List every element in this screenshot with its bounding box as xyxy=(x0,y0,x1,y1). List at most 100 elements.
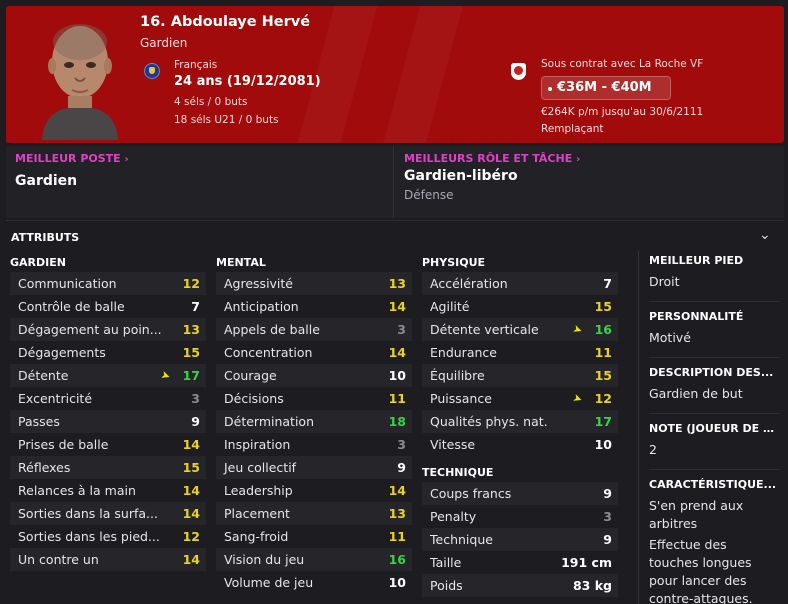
attribute-row[interactable]: Détente ➤ 17 xyxy=(10,364,206,387)
best-role-duty: Défense xyxy=(404,188,454,202)
attribute-label: Sorties dans les pied... xyxy=(18,529,160,544)
attribute-row[interactable]: Poids 83 kg xyxy=(422,574,618,597)
attribute-label: Qualités phys. nat. xyxy=(430,414,548,429)
description-block: DESCRIPTION DES... Gardien de but xyxy=(649,366,780,414)
attribute-label: Anticipation xyxy=(224,299,299,314)
attribute-row[interactable]: Passes 9 xyxy=(10,410,206,433)
attribute-value: 11 xyxy=(388,391,406,406)
attribute-value: 14 xyxy=(182,483,200,498)
attribute-row[interactable]: Taille 191 cm xyxy=(422,551,618,574)
attribute-value: 11 xyxy=(594,345,612,360)
attribute-value: 15 xyxy=(594,299,612,314)
attribute-row[interactable]: Jeu collectif 9 xyxy=(216,456,412,479)
attribute-label: Inspiration xyxy=(224,437,291,452)
attribute-row[interactable]: Penalty 3 xyxy=(422,505,618,528)
player-age: 24 ans (19/12/2081) xyxy=(174,74,321,89)
chevron-down-icon[interactable]: ⌄ xyxy=(759,227,771,243)
rating-value: 2 xyxy=(649,442,657,457)
attribute-row[interactable]: Vision du jeu 16 xyxy=(216,548,412,571)
attribute-row[interactable]: Inspiration 3 xyxy=(216,433,412,456)
attribute-label: Agressivité xyxy=(224,276,294,291)
attribute-row[interactable]: Excentricité 3 xyxy=(10,387,206,410)
attribute-row[interactable]: Qualités phys. nat. 17 xyxy=(422,410,618,433)
attribute-row[interactable]: Leadership 14 xyxy=(216,479,412,502)
technical-column: TECHNIQUE Coups francs 9 Penalty 3 Technique… xyxy=(422,461,618,597)
player-avatar xyxy=(42,24,118,140)
attribute-label: Prises de balle xyxy=(18,437,109,452)
squad-status: Remplaçant xyxy=(541,123,604,135)
attribute-row[interactable]: Un contre un 14 xyxy=(10,548,206,571)
goalkeeping-heading: GARDIEN xyxy=(10,256,66,269)
attribute-value: 13 xyxy=(182,322,200,337)
attribute-row[interactable]: Endurance 11 xyxy=(422,341,618,364)
attribute-row[interactable]: Technique 9 xyxy=(422,528,618,551)
attribute-row[interactable]: Prises de balle 14 xyxy=(10,433,206,456)
attribute-value: 3 xyxy=(397,322,406,337)
attribute-label: Détente xyxy=(18,368,69,383)
attribute-value: 7 xyxy=(191,299,200,314)
transfer-value: €36M - €40M xyxy=(541,76,671,100)
attribute-value: 9 xyxy=(603,532,612,547)
best-position-link[interactable]: MEILLEUR POSTE › xyxy=(15,152,129,165)
attribute-label: Appels de balle xyxy=(224,322,320,337)
attribute-row[interactable]: Sorties dans les pied... 12 xyxy=(10,525,206,548)
attribute-label: Excentricité xyxy=(18,391,93,406)
technical-heading: TECHNIQUE xyxy=(422,466,494,479)
mental-column: MENTAL Agressivité 13 Anticipation 14 Appels… xyxy=(216,251,412,594)
best-position-panel: MEILLEUR POSTE › Gardien xyxy=(6,146,394,218)
description-heading: DESCRIPTION DES... xyxy=(649,366,774,379)
attribute-row[interactable]: Courage 10 xyxy=(216,364,412,387)
attribute-row[interactable]: Sang-froid 11 xyxy=(216,525,412,548)
contract-club[interactable]: Sous contrat avec La Roche VF xyxy=(541,58,703,70)
attribute-row[interactable]: Contrôle de balle 7 xyxy=(10,295,206,318)
attribute-value: 9 xyxy=(191,414,200,429)
attribute-row[interactable]: Volume de jeu 10 xyxy=(216,571,412,594)
attribute-row[interactable]: Détente verticale ➤ 16 xyxy=(422,318,618,341)
attribute-label: Puissance xyxy=(430,391,492,406)
attribute-row[interactable]: Concentration 14 xyxy=(216,341,412,364)
attribute-row[interactable]: Réflexes 15 xyxy=(10,456,206,479)
attribute-row[interactable]: Relances à la main 14 xyxy=(10,479,206,502)
attribute-row[interactable]: Communication 12 xyxy=(10,272,206,295)
attribute-value: 16 xyxy=(594,322,612,337)
attribute-row[interactable]: Coups francs 9 xyxy=(422,482,618,505)
attribute-row[interactable]: Dégagement au poin... 13 xyxy=(10,318,206,341)
attribute-row[interactable]: Appels de balle 3 xyxy=(216,318,412,341)
player-side-info: MEILLEUR PIED Droit PERSONNALITÉ Motivé … xyxy=(638,251,780,604)
attribute-label: Technique xyxy=(430,532,493,547)
best-foot-block: MEILLEUR PIED Droit xyxy=(649,254,780,302)
attribute-row[interactable]: Placement 13 xyxy=(216,502,412,525)
mental-heading: MENTAL xyxy=(216,256,266,269)
attribute-label: Sorties dans la surfa... xyxy=(18,506,158,521)
france-flag-icon xyxy=(144,63,160,79)
attribute-row[interactable]: Agilité 15 xyxy=(422,295,618,318)
physical-heading: PHYSIQUE xyxy=(422,256,486,269)
attribute-row[interactable]: Accélération 7 xyxy=(422,272,618,295)
attribute-value: 12 xyxy=(182,529,200,544)
attribute-row[interactable]: Vitesse 10 xyxy=(422,433,618,456)
attribute-label: Concentration xyxy=(224,345,313,360)
attribute-row[interactable]: Anticipation 14 xyxy=(216,295,412,318)
attribute-row[interactable]: Équilibre 15 xyxy=(422,364,618,387)
attribute-label: Coups francs xyxy=(430,486,512,501)
club-badge-icon[interactable] xyxy=(511,63,526,80)
attribute-value: 11 xyxy=(388,529,406,544)
best-role-link[interactable]: MEILLEURS RÔLE ET TÂCHE › xyxy=(404,152,580,165)
attribute-row[interactable]: Détermination 18 xyxy=(216,410,412,433)
attribute-row[interactable]: Agressivité 13 xyxy=(216,272,412,295)
attribute-row[interactable]: Décisions 11 xyxy=(216,387,412,410)
attribute-label: Décisions xyxy=(224,391,284,406)
attribute-label: Réflexes xyxy=(18,460,71,475)
attribute-label: Communication xyxy=(18,276,117,291)
goalkeeping-column: GARDIEN Communication 12 Contrôle de balle… xyxy=(10,251,206,571)
attribute-row[interactable]: Puissance ➤ 12 xyxy=(422,387,618,410)
international-caps: 4 séls / 0 buts xyxy=(174,96,248,108)
attribute-label: Placement xyxy=(224,506,290,521)
wage-info: €264K p/m jusqu'au 30/6/2111 xyxy=(541,106,704,118)
attribute-label: Un contre un xyxy=(18,552,99,567)
attribute-value: 10 xyxy=(388,368,406,383)
attribute-value: 14 xyxy=(388,345,406,360)
nationality[interactable]: Français xyxy=(174,59,217,71)
attribute-row[interactable]: Dégagements 15 xyxy=(10,341,206,364)
attribute-row[interactable]: Sorties dans la surfa... 14 xyxy=(10,502,206,525)
